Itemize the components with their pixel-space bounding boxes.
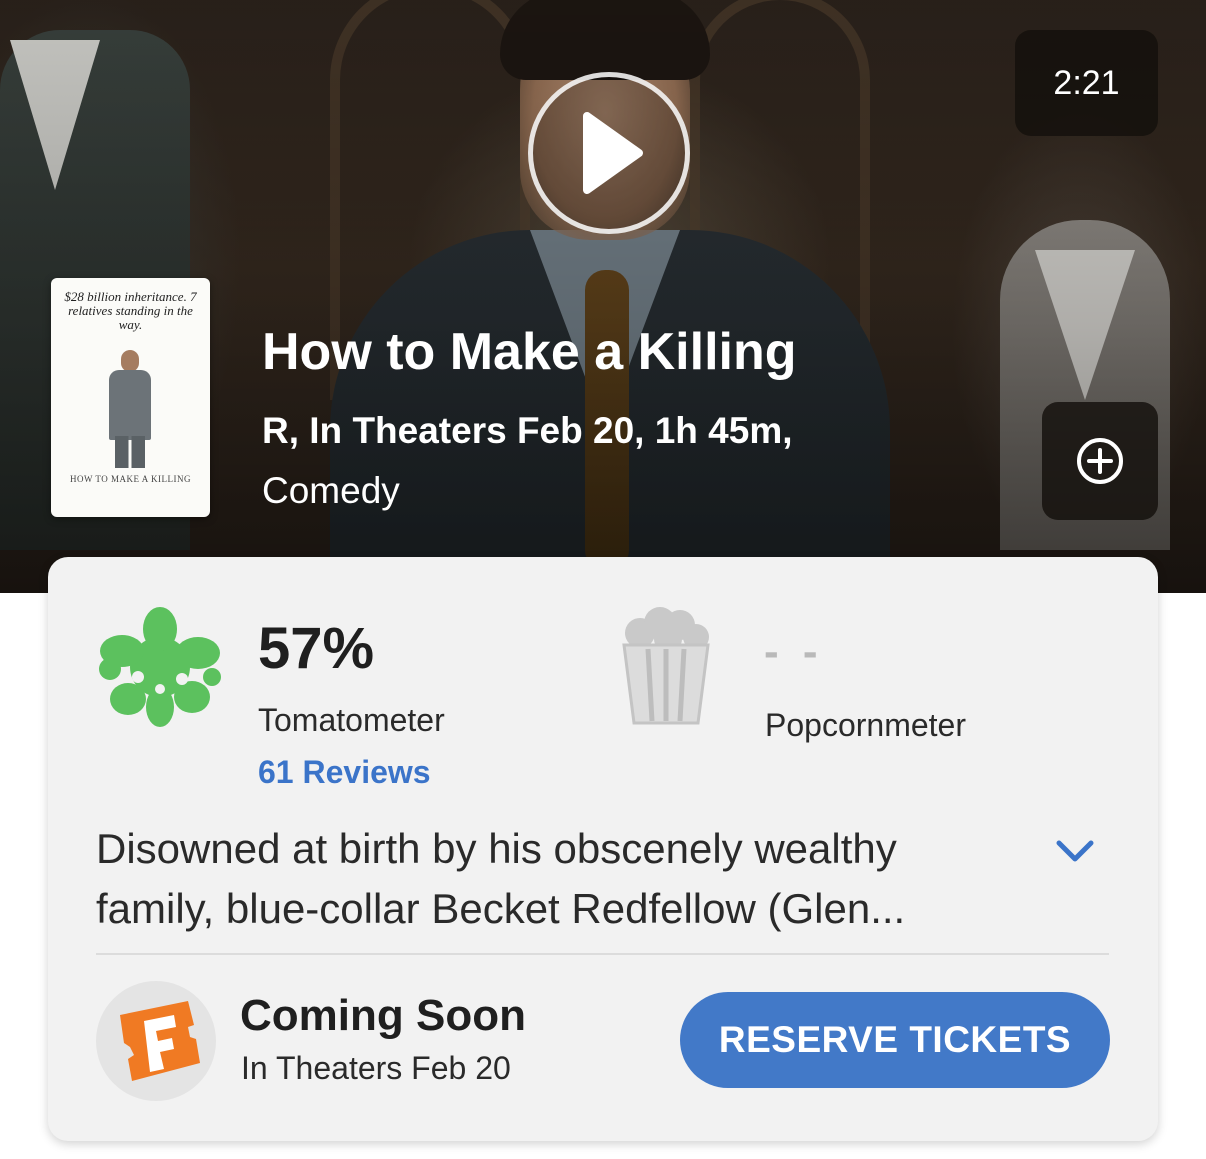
fandango-logo-icon (120, 1001, 200, 1081)
chevron-down-icon[interactable] (1054, 837, 1096, 865)
movie-poster[interactable]: $28 billion inheritance. 7 relatives sta… (51, 278, 210, 517)
plus-circle-icon (1077, 438, 1123, 484)
poster-figure-head (121, 350, 139, 372)
popcorn-bucket-icon (622, 607, 710, 725)
add-to-watchlist-button[interactable] (1042, 402, 1158, 520)
poster-title: HOW TO MAKE A KILLING (70, 474, 191, 484)
divider (96, 953, 1109, 955)
movie-genre: Comedy (262, 470, 400, 511)
movie-title: How to Make a Killing (262, 323, 797, 381)
reserve-tickets-button[interactable]: RESERVE TICKETS (680, 992, 1110, 1088)
play-button[interactable] (528, 72, 690, 234)
trailer-hero[interactable]: 2:21 $28 billion inheritance. 7 relative… (0, 0, 1206, 593)
rotten-splat-icon (99, 607, 221, 727)
synopsis-line: Disowned at birth by his obscenely wealt… (96, 825, 897, 872)
tomatometer-score: 57% (258, 616, 375, 681)
movie-info-card: 57% Tomatometer 61 Reviews - - Popcornme… (48, 557, 1158, 1141)
video-duration-badge: 2:21 (1015, 30, 1158, 136)
synopsis-line: family, blue-collar Becket Redfellow (Gl… (96, 885, 906, 932)
fandango-logo (96, 981, 216, 1101)
play-icon (583, 112, 643, 194)
popcornmeter-label: Popcornmeter (765, 707, 966, 743)
synopsis[interactable]: Disowned at birth by his obscenely wealt… (96, 819, 996, 939)
poster-figure-body (109, 370, 151, 440)
poster-figure-legs (115, 436, 145, 468)
ticket-status: Coming Soon (240, 991, 526, 1040)
release-date: In Theaters Feb 20 (241, 1050, 511, 1086)
movie-meta: R, In Theaters Feb 20, 1h 45m, (262, 410, 793, 451)
tomatometer-label: Tomatometer (258, 702, 445, 738)
reviews-link[interactable]: 61 Reviews (258, 754, 431, 791)
popcornmeter-score: - - (764, 627, 824, 676)
poster-tagline: $28 billion inheritance. 7 relatives sta… (64, 289, 197, 332)
